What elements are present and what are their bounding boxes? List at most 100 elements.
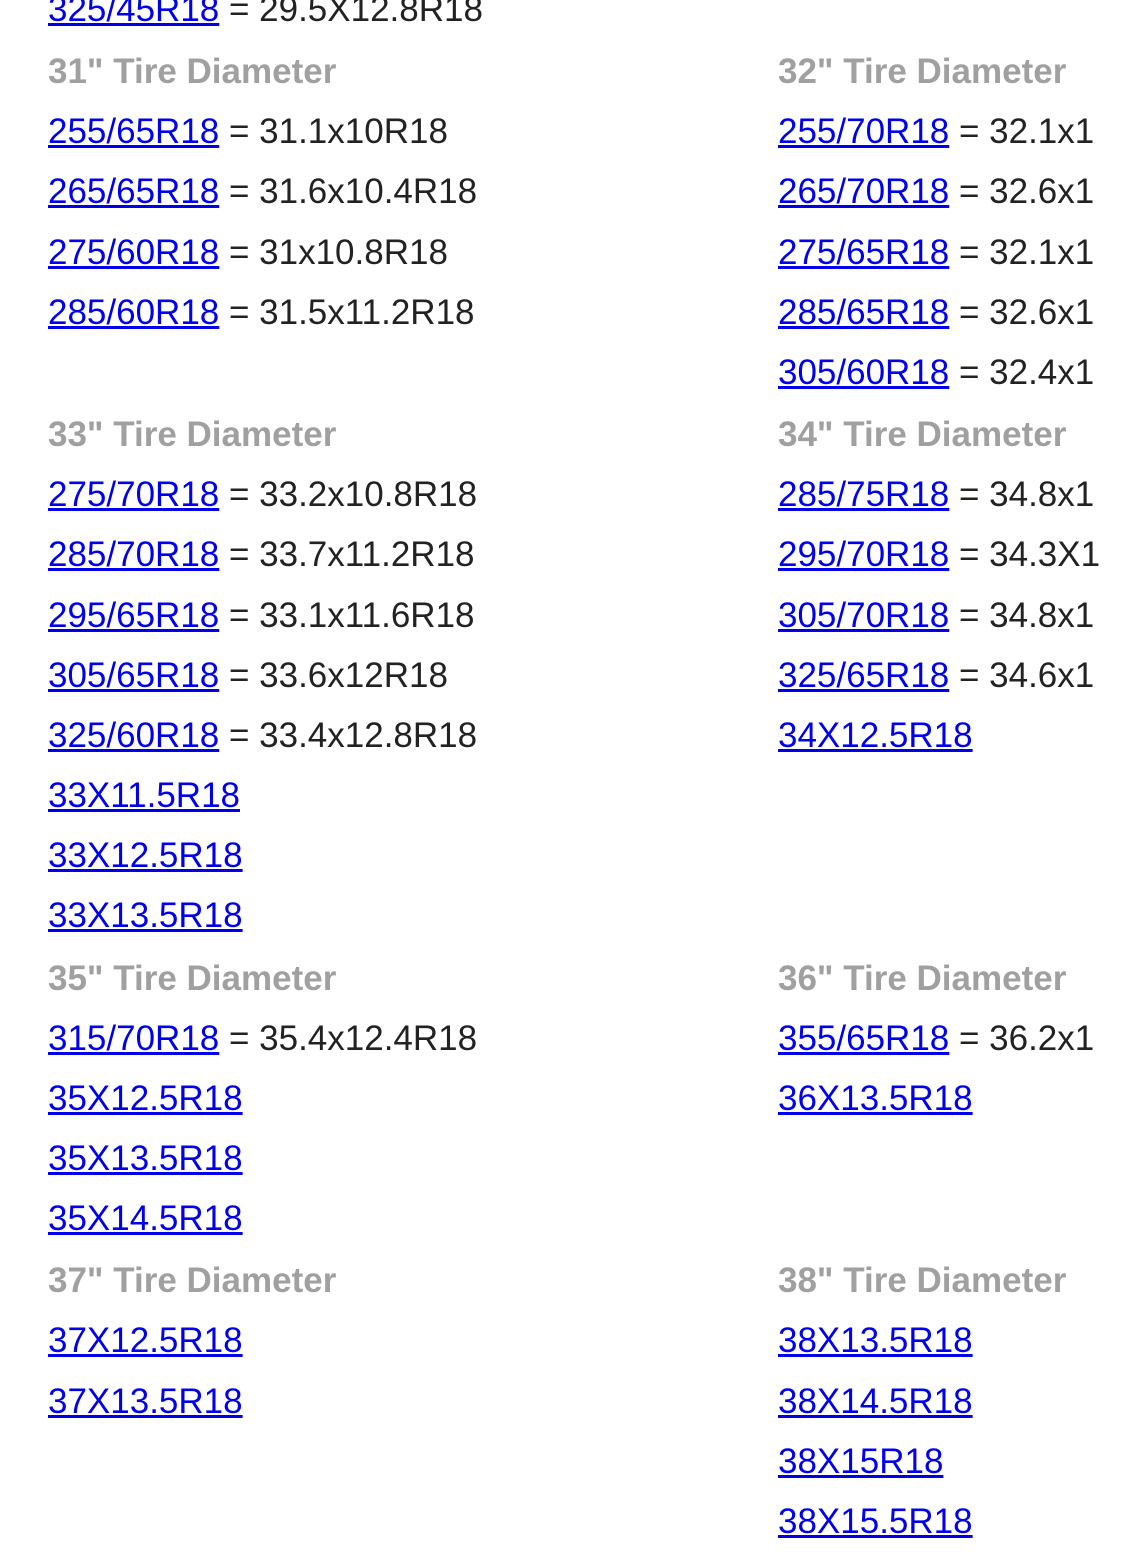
tire-size-link[interactable]: 37X12.5R18 [48, 1321, 243, 1360]
tire-size-link[interactable]: 315/70R18 [48, 1019, 219, 1058]
tire-row: 33X13.5R18 [48, 886, 778, 946]
tire-group-column-right: 32" Tire Diameter255/70R18 = 32.1x1265/7… [778, 40, 1125, 403]
tire-size-link[interactable]: 265/70R18 [778, 172, 949, 211]
tire-size-link[interactable]: 38X13.5R18 [778, 1321, 973, 1360]
tire-size-link[interactable]: 35X14.5R18 [48, 1199, 243, 1238]
tire-equivalent: = 32.1x1 [949, 112, 1094, 151]
tire-equivalent: = 32.4x1 [949, 353, 1094, 392]
tire-equivalent: = 33.1x11.6R18 [219, 596, 474, 635]
tire-row: 255/65R18 = 31.1x10R18 [48, 102, 778, 162]
tire-size-link[interactable]: 35X13.5R18 [48, 1139, 243, 1178]
tire-size-link[interactable]: 285/75R18 [778, 475, 949, 514]
tire-equivalent: = 34.8x1 [949, 475, 1094, 514]
tire-size-link[interactable]: 285/65R18 [778, 293, 949, 332]
tire-row: 295/65R18 = 33.1x11.6R18 [48, 586, 778, 646]
tire-row: 33X11.5R18 [48, 766, 778, 826]
tire-row: 295/70R18 = 34.3X1 [778, 525, 1125, 585]
tire-equivalent: = 33.4x12.8R18 [219, 716, 477, 755]
tire-row: 315/70R18 = 35.4x12.4R18 [48, 1009, 778, 1069]
tire-size-link[interactable]: 325/45R18 [48, 0, 219, 29]
tire-size-link[interactable]: 33X13.5R18 [48, 896, 243, 935]
tire-row: 35X13.5R18 [48, 1129, 778, 1189]
tire-size-link[interactable]: 255/65R18 [48, 112, 219, 151]
tire-equivalent: = 31.6x10.4R18 [219, 172, 477, 211]
group-heading: 36" Tire Diameter [778, 959, 1125, 999]
tire-row: 35X12.5R18 [48, 1069, 778, 1129]
tire-row: 325/65R18 = 34.6x1 [778, 646, 1125, 706]
tire-equivalent: = 29.5X12.8R18 [219, 0, 483, 29]
tire-equivalent: = 32.6x1 [949, 293, 1094, 332]
tire-size-link[interactable]: 33X12.5R18 [48, 836, 243, 875]
group-heading: 35" Tire Diameter [48, 959, 778, 999]
tire-size-link[interactable]: 305/60R18 [778, 353, 949, 392]
tire-equivalent: = 34.3X1 [949, 535, 1100, 574]
tire-row: 38X14.5R18 [778, 1372, 1125, 1432]
tire-size-link[interactable]: 38X14.5R18 [778, 1382, 973, 1421]
tire-group-column-left: 35" Tire Diameter 315/70R18 = 35.4x12.4R1… [48, 947, 778, 1250]
group-heading: 38" Tire Diameter [778, 1261, 1125, 1301]
tire-row: 325/60R18 = 33.4x12.8R18 [48, 706, 778, 766]
tire-size-link[interactable]: 36X13.5R18 [778, 1079, 973, 1118]
tire-group: 37" Tire Diameter 37X12.5R18 37X13.5R18 38"… [48, 1249, 1125, 1552]
tire-row: 38X15R18 [778, 1432, 1125, 1492]
tire-size-link[interactable]: 34X12.5R18 [778, 716, 973, 755]
tire-group-column-right: 34" Tire Diameter285/75R18 = 34.8x1295/7… [778, 403, 1125, 947]
tire-row: 305/65R18 = 33.6x12R18 [48, 646, 778, 706]
tire-row: 38X13.5R18 [778, 1311, 1125, 1371]
tire-row: 285/70R18 = 33.7x11.2R18 [48, 525, 778, 585]
tire-group-column-right: 38" Tire Diameter 38X13.5R18 38X14.5R18 38X… [778, 1249, 1125, 1552]
tire-equivalent: = 34.6x1 [949, 656, 1094, 695]
tire-equivalent: = 31.1x10R18 [219, 112, 448, 151]
tire-row: 265/70R18 = 32.6x1 [778, 162, 1125, 222]
tire-size-link[interactable]: 265/65R18 [48, 172, 219, 211]
tire-size-link[interactable]: 35X12.5R18 [48, 1079, 243, 1118]
tire-size-link[interactable]: 38X15R18 [778, 1442, 943, 1481]
tire-row: 305/60R18 = 32.4x1 [778, 343, 1125, 403]
tire-equivalent: = 33.6x12R18 [219, 656, 448, 695]
tire-group: 35" Tire Diameter 315/70R18 = 35.4x12.4R1… [48, 947, 1125, 1250]
tire-size-link[interactable]: 33X11.5R18 [48, 776, 240, 815]
tire-equivalent: = 31x10.8R18 [219, 233, 448, 272]
tire-row: 255/70R18 = 32.1x1 [778, 102, 1125, 162]
tire-row: 36X13.5R18 [778, 1069, 1125, 1129]
tire-group: 33" Tire Diameter 275/70R18 = 33.2x10.8R1… [48, 403, 1125, 947]
tire-row: 285/75R18 = 34.8x1 [778, 465, 1125, 525]
tire-size-link[interactable]: 285/70R18 [48, 535, 219, 574]
tire-group-column-left: 31" Tire Diameter255/65R18 = 31.1x10R182… [48, 40, 778, 403]
tire-group-column-right: 36" Tire Diameter 355/65R18 = 36.2x1 36X13… [778, 947, 1125, 1250]
tire-size-link[interactable]: 295/65R18 [48, 596, 219, 635]
group-heading: 37" Tire Diameter [48, 1261, 778, 1301]
tire-equivalent: = 33.7x11.2R18 [219, 535, 474, 574]
tire-group: 31" Tire Diameter255/65R18 = 31.1x10R182… [48, 40, 1125, 403]
tire-size-link[interactable]: 325/65R18 [778, 656, 949, 695]
group-heading: 33" Tire Diameter [48, 415, 778, 455]
tire-size-link[interactable]: 275/60R18 [48, 233, 219, 272]
tire-size-link[interactable]: 275/65R18 [778, 233, 949, 272]
tire-size-link[interactable]: 38X15.5R18 [778, 1502, 973, 1541]
tire-row: 37X12.5R18 [48, 1311, 778, 1371]
tire-row: 37X13.5R18 [48, 1372, 778, 1432]
tire-size-link[interactable]: 305/70R18 [778, 596, 949, 635]
tire-equivalent: = 31.5x11.2R18 [219, 293, 474, 332]
tire-row: 285/60R18 = 31.5x11.2R18 [48, 283, 778, 343]
tire-size-link[interactable]: 305/65R18 [48, 656, 219, 695]
tire-row: 35X14.5R18 [48, 1189, 778, 1249]
tire-row: 285/65R18 = 32.6x1 [778, 283, 1125, 343]
tire-row: 275/70R18 = 33.2x10.8R18 [48, 465, 778, 525]
tire-size-link[interactable]: 37X13.5R18 [48, 1382, 243, 1421]
tire-equivalent: = 35.4x12.4R18 [219, 1019, 477, 1058]
tire-row: 325/45R18 = 29.5X12.8R18 [48, 0, 1125, 40]
tire-size-link[interactable]: 325/60R18 [48, 716, 219, 755]
tire-size-link[interactable]: 295/70R18 [778, 535, 949, 574]
tire-size-link[interactable]: 275/70R18 [48, 475, 219, 514]
tire-size-link[interactable]: 285/60R18 [48, 293, 219, 332]
tire-row: 33X12.5R18 [48, 826, 778, 886]
tire-size-link[interactable]: 355/65R18 [778, 1019, 949, 1058]
tire-row: 355/65R18 = 36.2x1 [778, 1009, 1125, 1069]
tire-row: 275/60R18 = 31x10.8R18 [48, 223, 778, 283]
tire-equivalent: = 34.8x1 [949, 596, 1094, 635]
tire-equivalent: = 36.2x1 [949, 1019, 1094, 1058]
tire-size-link[interactable]: 255/70R18 [778, 112, 949, 151]
group-heading: 31" Tire Diameter [48, 52, 778, 92]
group-heading: 32" Tire Diameter [778, 52, 1125, 92]
